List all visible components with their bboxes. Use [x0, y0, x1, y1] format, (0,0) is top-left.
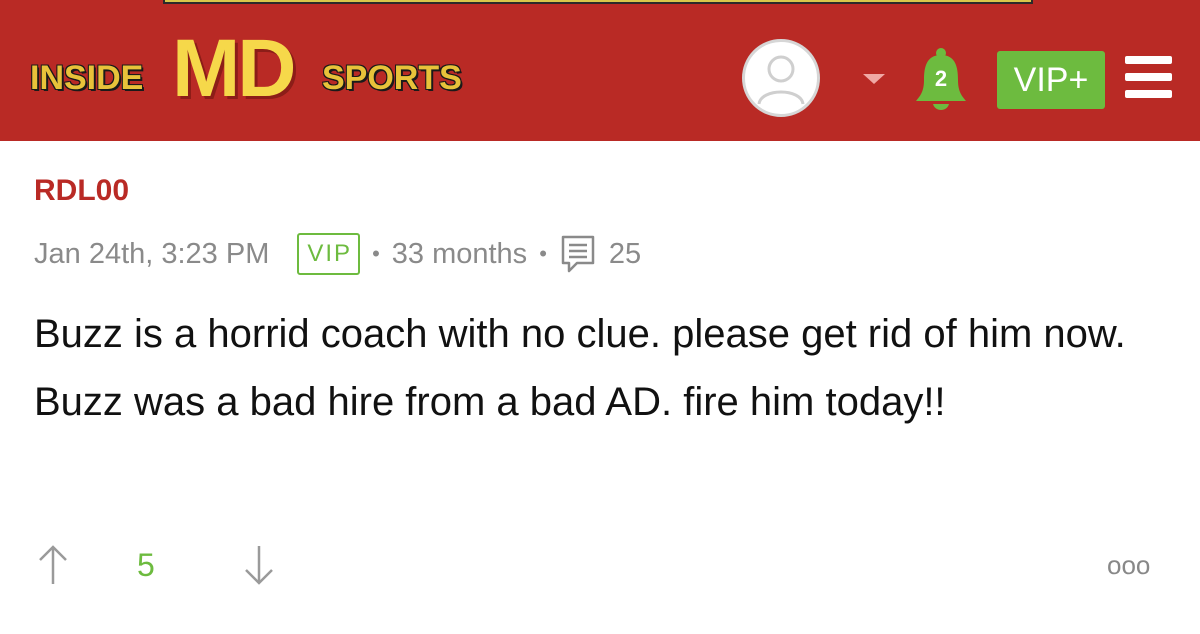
hamburger-menu-icon[interactable]: [1125, 56, 1172, 98]
downvote-arrow-icon[interactable]: [242, 544, 276, 586]
vip-badge: VIP: [297, 233, 361, 275]
post-timestamp: Jan 24th, 3:23 PM: [34, 237, 270, 270]
top-banner-edge: [163, 0, 1033, 4]
post-username[interactable]: RDL00: [34, 174, 129, 208]
site-header: INSIDE MD SPORTS 2 VIP+: [0, 8, 1200, 141]
avatar-silhouette: [757, 55, 805, 105]
logo-suffix: SPORTS: [322, 59, 462, 97]
member-duration: 33 months: [391, 237, 528, 270]
comment-count[interactable]: 25: [609, 238, 641, 271]
upvote-arrow-icon[interactable]: [36, 544, 70, 586]
comment-icon[interactable]: [559, 234, 597, 274]
vote-score: 5: [137, 547, 155, 583]
vip-plus-button[interactable]: VIP+: [997, 51, 1105, 109]
bell-icon[interactable]: 2: [912, 46, 970, 112]
chevron-down-icon[interactable]: [863, 74, 885, 84]
top-strip: [0, 0, 1200, 8]
post-meta: Jan 24th, 3:23 PM VIP • 33 months • 25: [34, 232, 641, 276]
logo-main: MD: [172, 23, 297, 114]
more-options-icon[interactable]: ooo: [1107, 550, 1150, 581]
post-body: Buzz is a horrid coach with no clue. ple…: [34, 312, 1126, 424]
logo-prefix: INSIDE: [30, 59, 144, 97]
meta-separator: •: [539, 241, 547, 266]
notification-count: 2: [934, 66, 948, 91]
meta-separator: •: [372, 241, 380, 266]
site-logo[interactable]: INSIDE MD SPORTS: [30, 28, 510, 110]
user-avatar-icon[interactable]: [742, 39, 820, 117]
